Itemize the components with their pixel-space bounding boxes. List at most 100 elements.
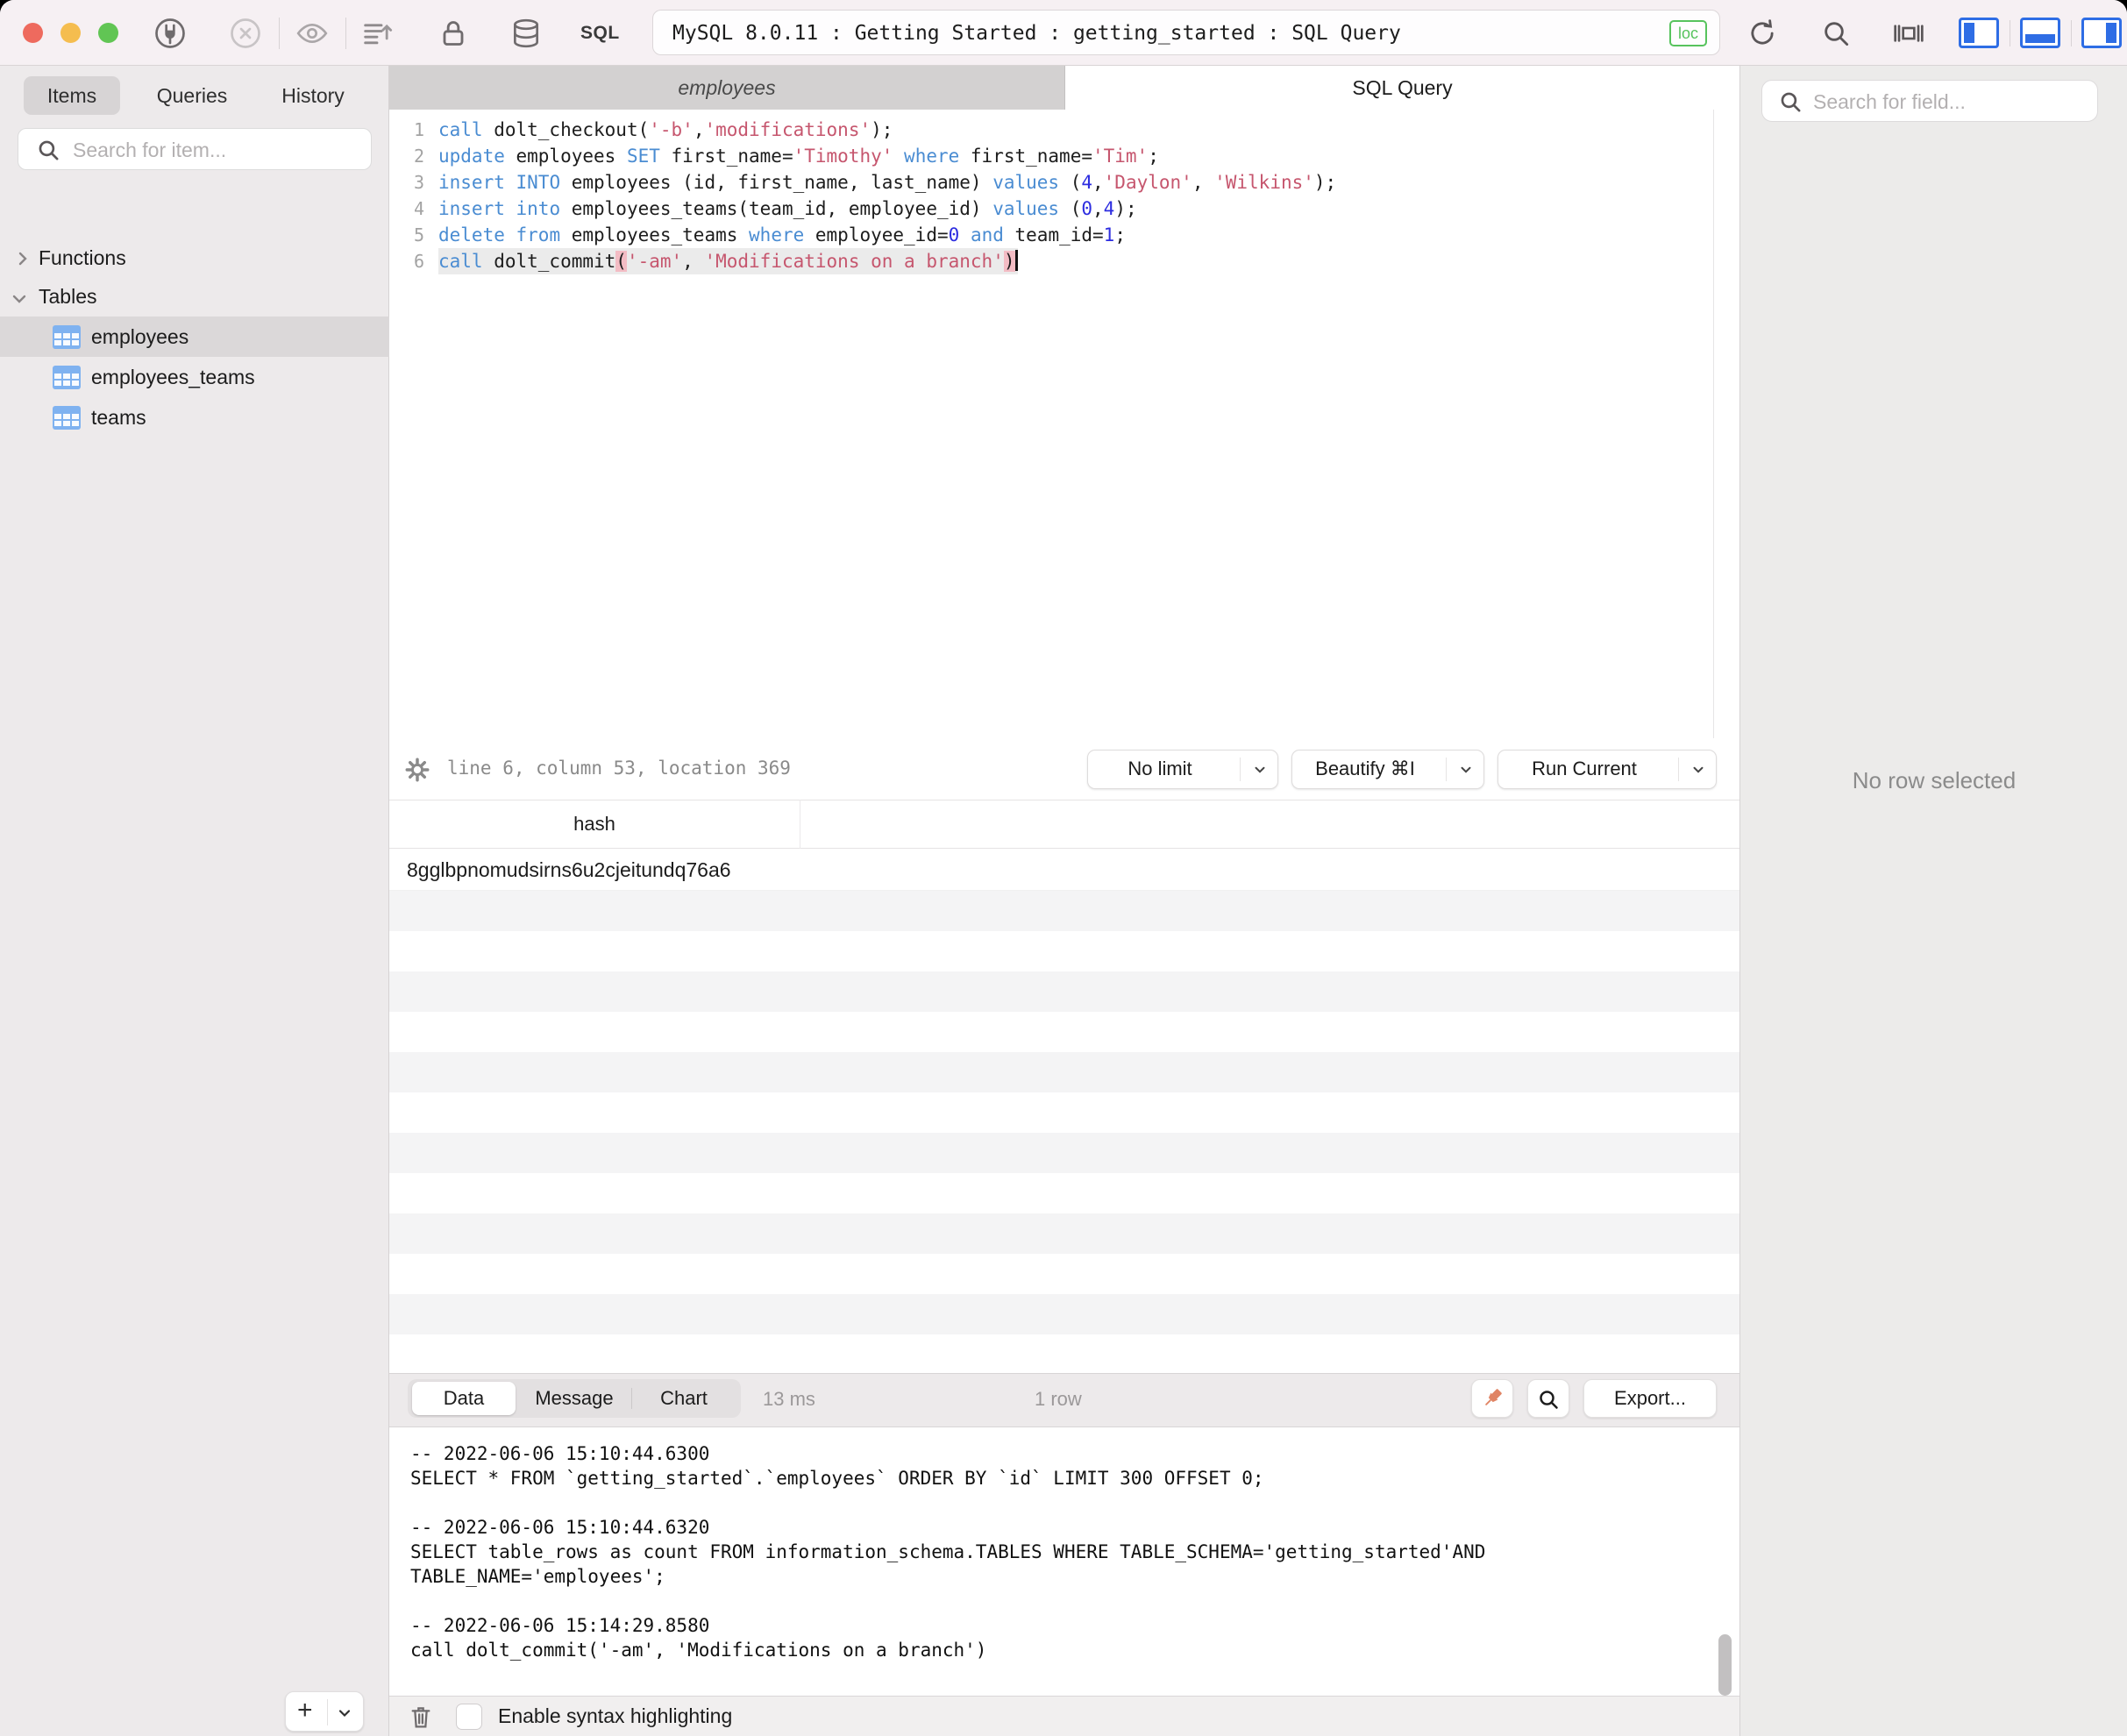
empty-grid-row (389, 1092, 1739, 1133)
pin-icon (1478, 1384, 1506, 1412)
button-divider (1678, 758, 1679, 781)
sidebar-tab-history[interactable]: History (264, 76, 362, 115)
field-search-input[interactable]: Search for field... (1761, 80, 2098, 122)
database-icon[interactable] (509, 16, 544, 51)
code-line[interactable]: 1 call dolt_checkout('-b','modifications'… (389, 117, 1704, 143)
sidebar-tab-queries[interactable]: Queries (138, 76, 246, 115)
empty-grid-row (389, 1052, 1739, 1092)
toggle-right-panel-button[interactable] (2081, 18, 2122, 48)
chevron-right-icon (14, 250, 32, 267)
beautify-button[interactable]: Beautify ⌘I (1291, 750, 1484, 789)
tab-data[interactable]: Data (412, 1382, 516, 1415)
run-current-button[interactable]: Run Current (1497, 750, 1717, 789)
main-area: employees SQL Query 1 call dolt_checkout(… (389, 66, 1739, 1736)
connection-plug-icon[interactable] (153, 16, 188, 51)
results-view-segmented-control: Data Message Chart (408, 1379, 741, 1418)
empty-grid-row (389, 1213, 1739, 1254)
limit-dropdown[interactable]: No limit (1087, 750, 1278, 789)
empty-grid-row (389, 1254, 1739, 1294)
fit-width-icon[interactable] (1891, 16, 1926, 51)
sidebar-search-placeholder: Search for item... (73, 139, 227, 161)
lock-icon[interactable] (436, 16, 471, 51)
line-number: 1 (413, 119, 424, 140)
sidebar-item-teams[interactable]: teams (0, 397, 389, 438)
code-line[interactable]: 6 call dolt_commit('-am', 'Modifications … (389, 248, 1704, 274)
line-number: 5 (413, 224, 424, 245)
sidebar-item-employees-teams[interactable]: employees_teams (0, 357, 389, 397)
code-text: call dolt_checkout('-b','modifications')… (438, 119, 893, 140)
code-line[interactable]: 3 insert INTO employees (id, first_name, … (389, 169, 1704, 196)
syntax-highlighting-label: Enable syntax highlighting (498, 1704, 733, 1727)
refresh-icon[interactable] (1745, 16, 1780, 51)
column-header-hash[interactable]: hash (389, 800, 800, 850)
tree-group-functions[interactable]: Functions (0, 238, 389, 278)
code-line[interactable]: 4 insert into employees_teams(team_id, em… (389, 196, 1704, 222)
sidebar-tab-items[interactable]: Items (24, 76, 120, 115)
sidebar: Items Queries History Search for item...… (0, 66, 389, 1736)
close-window-button[interactable] (23, 23, 43, 43)
search-icon (34, 136, 62, 164)
app-window: SQL MySQL 8.0.11 : Getting Started : get… (0, 0, 2127, 1736)
code-text: insert INTO employees (id, first_name, l… (438, 172, 1337, 193)
empty-grid-row (389, 931, 1739, 971)
minimize-window-button[interactable] (60, 23, 81, 43)
pin-result-button[interactable] (1471, 1379, 1513, 1418)
toggle-bottom-panel-button[interactable] (2020, 18, 2060, 48)
toggle-left-panel-button[interactable] (1959, 18, 1999, 48)
plus-icon: + (297, 1696, 313, 1725)
log-entry: -- 2022-06-06 15:14:29.8580 call dolt_co… (410, 1615, 987, 1661)
tab-message[interactable]: Message (517, 1382, 631, 1415)
export-button[interactable]: Export... (1583, 1379, 1717, 1418)
results-grid[interactable]: 8gglbpnomudsirns6u2cjeitundq76a6 (389, 849, 1739, 1373)
toolbar-separator (2071, 20, 2072, 46)
disconnect-icon[interactable] (228, 16, 263, 51)
tab-employees[interactable]: employees (389, 66, 1065, 110)
window-title: MySQL 8.0.11 : Getting Started : getting… (672, 22, 1401, 45)
table-icon (53, 366, 81, 389)
chevron-down-icon (11, 290, 28, 308)
empty-grid-row (389, 1334, 1739, 1373)
log-footer-bar: Enable syntax highlighting (389, 1696, 1739, 1736)
log-entry: -- 2022-06-06 15:10:44.6300 SELECT * FRO… (410, 1443, 1264, 1489)
sidebar-item-employees[interactable]: employees (0, 317, 389, 357)
syntax-highlighting-checkbox[interactable] (456, 1704, 482, 1730)
local-connection-badge: loc (1668, 20, 1707, 46)
cursor-position-status: line 6, column 53, location 369 (447, 758, 791, 779)
sql-editor[interactable]: 1 call dolt_checkout('-b','modifications'… (389, 110, 1739, 738)
sidebar-search-input[interactable]: Search for item... (18, 128, 372, 170)
toolbar-separator (345, 18, 346, 49)
empty-grid-row (389, 1012, 1739, 1052)
eye-preview-icon[interactable] (295, 16, 330, 51)
tab-sql-query[interactable]: SQL Query (1065, 66, 1739, 110)
tab-chart[interactable]: Chart (631, 1382, 736, 1415)
editor-tab-bar: employees SQL Query (389, 66, 1739, 110)
code-line[interactable]: 5 delete from employees_teams where emplo… (389, 222, 1704, 248)
empty-grid-row (389, 1133, 1739, 1173)
trash-icon[interactable] (407, 1703, 435, 1731)
search-icon (1535, 1386, 1561, 1412)
title-bar: SQL MySQL 8.0.11 : Getting Started : get… (0, 0, 2127, 66)
run-queries-list-icon[interactable] (359, 16, 395, 51)
add-item-button[interactable]: + (285, 1691, 364, 1732)
code-text: call dolt_commit('-am', 'Modifications o… (438, 248, 1018, 274)
row-inspector-panel: Search for field... No row selected (1739, 66, 2127, 1736)
editor-status-bar: line 6, column 53, location 369 No limit… (389, 738, 1739, 800)
field-search-placeholder: Search for field... (1813, 90, 1966, 113)
query-duration: 13 ms (763, 1388, 815, 1410)
tree-group-tables[interactable]: Tables (0, 276, 389, 317)
code-text: insert into employees_teams(team_id, emp… (438, 198, 1137, 219)
line-number: 6 (413, 251, 424, 272)
table-name: employees (91, 325, 189, 348)
chevron-down-icon (336, 1704, 353, 1722)
query-log[interactable]: -- 2022-06-06 15:10:44.6300 SELECT * FRO… (389, 1427, 1739, 1696)
log-scrollbar-thumb[interactable] (1718, 1634, 1732, 1696)
result-row[interactable]: 8gglbpnomudsirns6u2cjeitundq76a6 (389, 849, 1739, 891)
gear-icon[interactable] (403, 756, 431, 784)
code-line[interactable]: 2 update employees SET first_name='Timoth… (389, 143, 1704, 169)
search-results-button[interactable] (1527, 1379, 1569, 1418)
log-entry: -- 2022-06-06 15:10:44.6320 SELECT table… (410, 1517, 1486, 1587)
row-count: 1 row (1035, 1388, 1082, 1410)
zoom-window-button[interactable] (98, 23, 118, 43)
tree-group-label: Functions (39, 246, 126, 269)
search-icon[interactable] (1818, 16, 1853, 51)
